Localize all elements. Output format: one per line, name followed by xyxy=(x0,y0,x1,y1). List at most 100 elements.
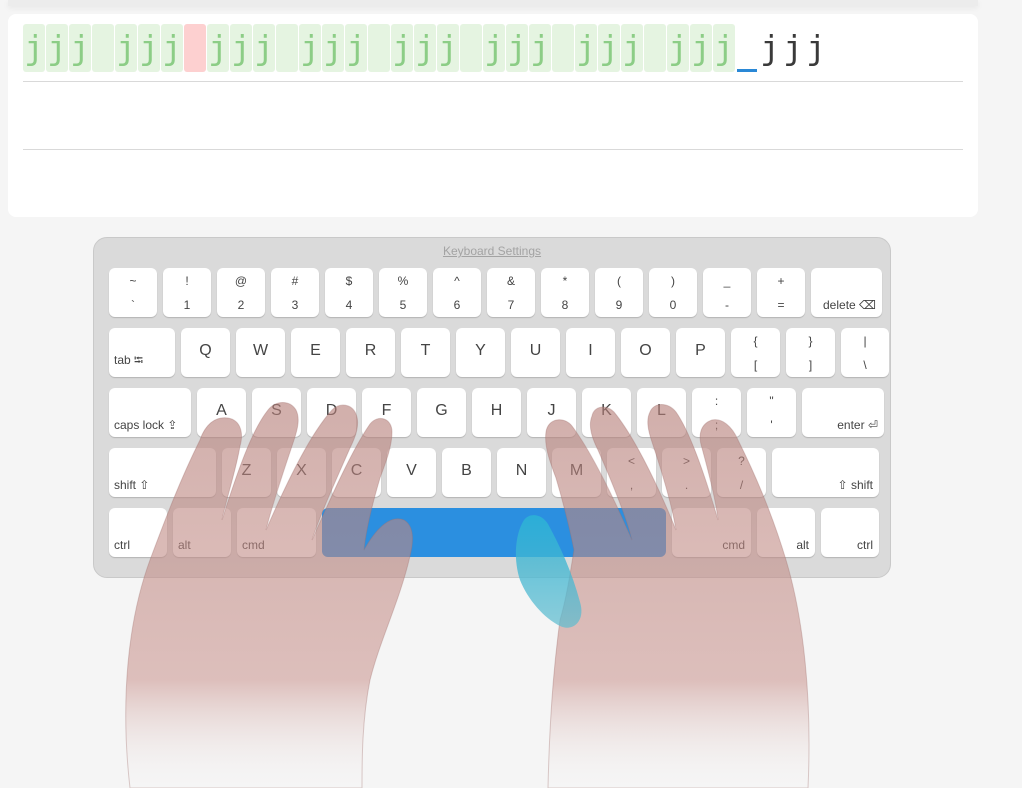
key-backslash[interactable]: | \ xyxy=(841,328,889,377)
key-caps-lock[interactable]: caps lock ⇪ xyxy=(109,388,191,437)
key-6[interactable]: ^ 6 xyxy=(433,268,481,317)
key-e[interactable]: E xyxy=(291,328,340,377)
key-quote[interactable]: " ' xyxy=(747,388,796,437)
key-shift-right[interactable]: ⇧ shift xyxy=(772,448,879,497)
key-h-letter: H xyxy=(490,402,503,419)
key-7[interactable]: & 7 xyxy=(487,268,535,317)
key-2[interactable]: @2 xyxy=(217,268,265,317)
key-w[interactable]: W xyxy=(236,328,285,377)
key-f[interactable]: F xyxy=(362,388,411,437)
key-cmd-left[interactable]: cmd xyxy=(237,508,316,557)
key-r[interactable]: R xyxy=(346,328,395,377)
key-cmd-right[interactable]: cmd xyxy=(672,508,751,557)
key-2-base: 2 xyxy=(237,298,245,312)
key-m[interactable]: M xyxy=(552,448,601,497)
key-z[interactable]: Z xyxy=(222,448,271,497)
typed-character: j xyxy=(783,28,803,67)
key-4[interactable]: $4 xyxy=(325,268,373,317)
key-k[interactable]: K xyxy=(582,388,631,437)
key-delete[interactable]: delete ⌫ xyxy=(811,268,882,317)
key-5[interactable]: % 5 xyxy=(379,268,427,317)
space-character xyxy=(552,24,574,72)
key-semicolon-shift: : xyxy=(714,394,719,408)
cursor-character xyxy=(736,24,758,72)
key-b[interactable]: B xyxy=(442,448,491,497)
key-2-shift: @ xyxy=(234,274,248,288)
key-y[interactable]: Y xyxy=(456,328,505,377)
key-tab[interactable]: tab ⭾ xyxy=(109,328,175,377)
key-w-letter: W xyxy=(252,342,269,359)
key-c[interactable]: C xyxy=(332,448,381,497)
key-9[interactable]: (9 xyxy=(595,268,643,317)
key-ctrl-right[interactable]: ctrl xyxy=(821,508,879,557)
typed-character: j xyxy=(230,24,252,72)
key-8[interactable]: * 8 xyxy=(541,268,589,317)
key-3[interactable]: #3 xyxy=(271,268,319,317)
key-o[interactable]: O xyxy=(621,328,670,377)
key-backslash-base: \ xyxy=(863,358,867,372)
typed-character: j xyxy=(575,24,597,72)
key-close-bracket[interactable]: }] xyxy=(786,328,835,377)
key-space[interactable] xyxy=(322,508,666,557)
key-period[interactable]: >. xyxy=(662,448,711,497)
typed-character: j xyxy=(299,24,321,72)
key-q[interactable]: Q xyxy=(181,328,230,377)
key-n[interactable]: N xyxy=(497,448,546,497)
key-close-bracket-shift: } xyxy=(808,334,813,348)
key-t-letter: T xyxy=(420,342,431,359)
key-l[interactable]: L xyxy=(637,388,686,437)
key-comma[interactable]: <, xyxy=(607,448,656,497)
key-backslash-shift: | xyxy=(863,334,867,348)
key-close-bracket-base: ] xyxy=(808,358,813,372)
key-minus-shift: _ xyxy=(723,274,731,288)
key-alt-right[interactable]: alt xyxy=(757,508,815,557)
key-n-letter: N xyxy=(515,462,528,479)
space-character xyxy=(460,24,482,72)
key-alt-left-left: alt xyxy=(178,538,191,552)
key-minus-base: - xyxy=(725,298,729,312)
key-a[interactable]: A xyxy=(197,388,246,437)
typed-character: j xyxy=(713,24,735,72)
key-shift-right-right: ⇧ shift xyxy=(837,478,873,492)
typed-character: j xyxy=(506,24,528,72)
key-v[interactable]: V xyxy=(387,448,436,497)
key-slash-base: / xyxy=(739,478,744,492)
key-h[interactable]: H xyxy=(472,388,521,437)
key-x[interactable]: X xyxy=(277,448,326,497)
key-tilde[interactable]: ~ ` xyxy=(109,268,157,317)
key-i[interactable]: I xyxy=(566,328,615,377)
key-p[interactable]: P xyxy=(676,328,725,377)
key-enter[interactable]: enter ⏎ xyxy=(802,388,884,437)
key-g[interactable]: G xyxy=(417,388,466,437)
key-s[interactable]: S xyxy=(252,388,301,437)
key-open-bracket[interactable]: {[ xyxy=(731,328,780,377)
typed-character: j xyxy=(322,24,344,72)
key-quote-shift: " xyxy=(769,394,774,408)
key-open-bracket-shift: { xyxy=(753,334,758,348)
typed-character: j xyxy=(345,24,367,72)
typing-text-line[interactable]: jjj jjj jjj jjj jjj jjj jjj jjj jjj xyxy=(23,24,828,72)
key-7-base: 7 xyxy=(507,298,515,312)
key-0[interactable]: ) 0 xyxy=(649,268,697,317)
key-open-bracket-base: [ xyxy=(753,358,758,372)
key-d[interactable]: D xyxy=(307,388,356,437)
key-u[interactable]: U xyxy=(511,328,560,377)
space-character xyxy=(368,24,390,72)
typed-character: j xyxy=(806,28,826,67)
key-j[interactable]: J xyxy=(527,388,576,437)
key-1[interactable]: ! 1 xyxy=(163,268,211,317)
space-character xyxy=(184,24,206,72)
keyboard-settings-link[interactable]: Keyboard Settings xyxy=(94,244,890,258)
key-period-shift: > xyxy=(682,454,690,468)
key-shift-left[interactable]: shift ⇧ xyxy=(109,448,216,497)
key-semicolon[interactable]: :; xyxy=(692,388,741,437)
key-equals[interactable]: + = xyxy=(757,268,805,317)
key-z-letter: Z xyxy=(241,462,252,479)
key-enter-right: enter ⏎ xyxy=(837,418,878,432)
key-minus[interactable]: _ - xyxy=(703,268,751,317)
key-slash[interactable]: ? / xyxy=(717,448,766,497)
typed-character: j xyxy=(667,24,689,72)
key-alt-left[interactable]: alt xyxy=(173,508,231,557)
key-t[interactable]: T xyxy=(401,328,450,377)
key-ctrl-left[interactable]: ctrl xyxy=(109,508,167,557)
